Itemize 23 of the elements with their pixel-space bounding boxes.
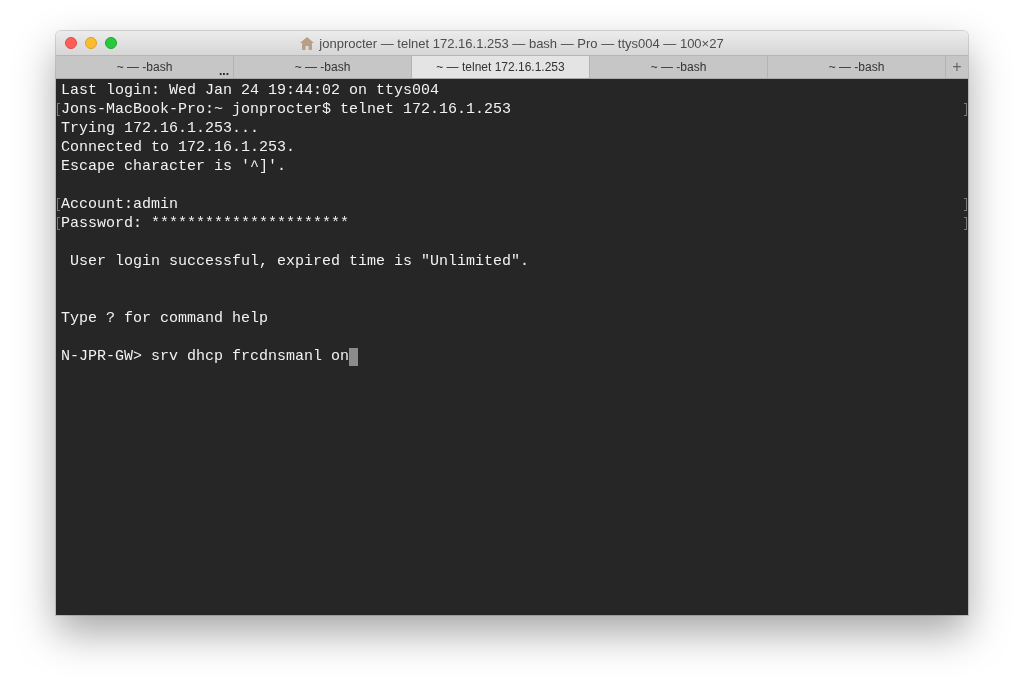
terminal-line: Password: **********************	[61, 214, 350, 233]
mark-bracket	[964, 103, 967, 116]
close-button[interactable]	[65, 37, 77, 49]
window-title: jonprocter — telnet 172.16.1.253 — bash — Pro — ttys004 — 100×27	[319, 35, 724, 51]
mark-bracket	[964, 217, 967, 230]
mark-bracket	[57, 217, 60, 230]
terminal-line: Account:admin	[61, 195, 179, 214]
terminal-line: Jons-MacBook-Pro:~ jonprocter$ telnet 172.16.1.253	[61, 100, 512, 119]
mark-bracket	[57, 198, 60, 211]
minimize-button[interactable]	[85, 37, 97, 49]
terminal-line: Type ? for command help	[61, 309, 269, 328]
terminal-line: Last login: Wed Jan 24 19:44:02 on ttys004	[61, 81, 440, 100]
mark-bracket	[964, 198, 967, 211]
overflow-indicator: ...	[219, 66, 229, 76]
zoom-button[interactable]	[105, 37, 117, 49]
terminal-line: User login successful, expired time is "Unlimited".	[69, 252, 530, 271]
mark-bracket	[57, 103, 60, 116]
house-icon	[300, 36, 315, 50]
terminal-line: Trying 172.16.1.253...	[61, 119, 260, 138]
terminal-line: Escape character is '^]'.	[61, 157, 287, 176]
tab[interactable]: ~ — telnet 172.16.1.253	[412, 56, 590, 78]
terminal-line: Connected to 172.16.1.253.	[61, 138, 296, 157]
command-line: N-JPR-GW> srv dhcp frcdnsmanl on	[61, 347, 350, 366]
